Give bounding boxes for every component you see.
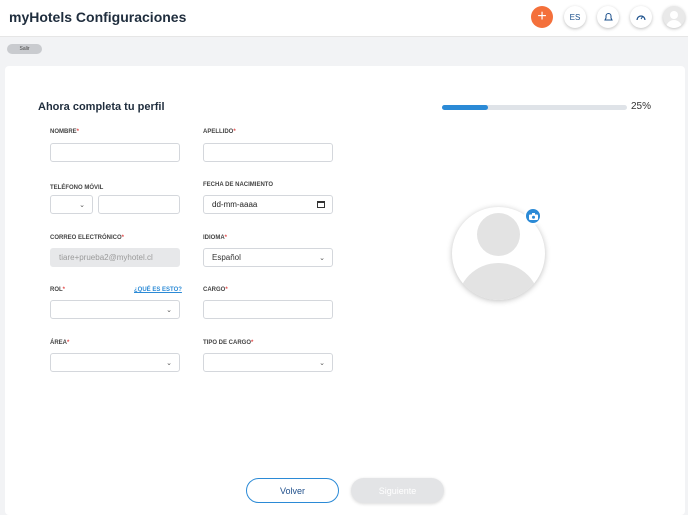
chevron-down-icon: ⌄	[79, 202, 85, 209]
apellido-label: APELLIDO*	[203, 129, 236, 135]
chevron-down-icon: ⌄	[166, 307, 172, 314]
tipo-cargo-label: TIPO DE CARGO*	[203, 340, 254, 346]
chevron-down-icon: ⌄	[166, 360, 172, 367]
exit-button[interactable]: Salir	[7, 44, 42, 54]
nombre-input[interactable]	[50, 143, 180, 162]
tipo-cargo-select[interactable]: ⌄	[203, 353, 333, 372]
area-label: ÁREA*	[50, 340, 70, 346]
speedometer-icon	[636, 15, 646, 21]
phone-code-select[interactable]: ⌄	[50, 195, 93, 214]
correo-label: CORREO ELECTRÓNICO*	[50, 235, 125, 241]
profile-card	[5, 66, 685, 515]
cargo-label: CARGO*	[203, 287, 228, 293]
back-button[interactable]: Volver	[246, 478, 339, 503]
cargo-input[interactable]	[203, 300, 333, 319]
birthdate-input[interactable]: dd-mm-aaaa	[203, 195, 333, 214]
user-avatar-icon	[666, 11, 682, 28]
progress-fill	[442, 105, 489, 110]
top-bar: myHotels Configuraciones + ES	[0, 0, 688, 37]
chevron-down-icon: ⌄	[319, 255, 325, 262]
chevron-down-icon: ⌄	[319, 360, 325, 367]
progress-bar	[442, 105, 627, 110]
user-menu-button[interactable]	[663, 6, 685, 28]
rol-select[interactable]: ⌄	[50, 300, 180, 319]
avatar-body	[457, 263, 540, 300]
area-select[interactable]: ⌄	[50, 353, 180, 372]
apellido-input[interactable]	[203, 143, 333, 162]
nombre-label: NOMBRE*	[50, 129, 80, 135]
bell-icon	[603, 13, 613, 21]
rol-label: ROL*	[50, 287, 66, 293]
language-button[interactable]: ES	[564, 6, 586, 28]
dashboard-button[interactable]	[630, 6, 652, 28]
fecha-label: FECHA DE NACIMIENTO	[203, 182, 274, 188]
avatar-head	[477, 213, 520, 256]
progress-percent: 25%	[631, 101, 652, 112]
idioma-label: IDIOMA*	[203, 235, 228, 241]
camera-icon	[528, 212, 538, 220]
next-button[interactable]: Siguiente	[351, 478, 444, 503]
upload-photo-button[interactable]	[524, 207, 542, 225]
calendar-icon[interactable]	[317, 201, 325, 208]
add-icon: +	[537, 8, 547, 25]
email-field: tiare+prueba2@myhotel.cl	[50, 248, 180, 267]
phone-number-input[interactable]	[98, 195, 180, 214]
role-help-link[interactable]: ¿QUÉ ES ESTO?	[134, 287, 182, 293]
notifications-button[interactable]	[597, 6, 619, 28]
idioma-select[interactable]: Español ⌄	[203, 248, 333, 267]
page-title: Ahora completa tu perfil	[38, 101, 165, 113]
app-title: myHotels Configuraciones	[9, 9, 187, 25]
add-button[interactable]: +	[531, 6, 553, 28]
telefono-label: TELÉFONO MÓVIL	[50, 185, 104, 191]
